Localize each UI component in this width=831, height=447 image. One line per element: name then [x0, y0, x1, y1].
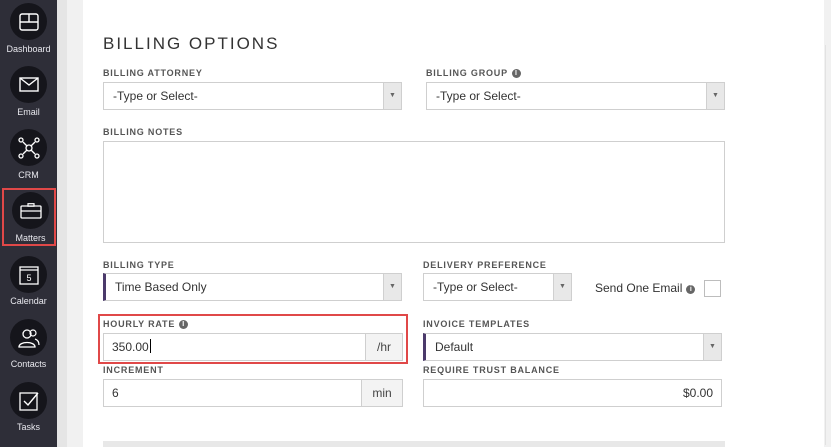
- billing-attorney-select[interactable]: -Type or Select- ▼: [103, 82, 402, 110]
- sidebar-item-label: Matters: [15, 233, 46, 243]
- chevron-down-icon: ▼: [703, 334, 721, 360]
- hourly-rate-suffix: /hr: [366, 333, 403, 361]
- increment-input[interactable]: 6: [103, 379, 362, 407]
- billing-group-label-text: BILLING GROUP: [426, 68, 508, 78]
- sidebar-item-label: Email: [17, 107, 40, 117]
- panel-divider: [825, 45, 826, 445]
- billing-group-select[interactable]: -Type or Select- ▼: [426, 82, 725, 110]
- sidebar-item-label: Calendar: [10, 296, 47, 306]
- checkbox-icon: [10, 382, 47, 419]
- hourly-rate-label-text: HOURLY RATE: [103, 319, 176, 329]
- increment-label: INCREMENT: [103, 365, 164, 375]
- billing-type-select[interactable]: Time Based Only ▼: [103, 273, 402, 301]
- delivery-preference-label: DELIVERY PREFERENCE: [423, 260, 547, 270]
- billing-type-value: Time Based Only: [115, 280, 207, 294]
- delivery-preference-value: -Type or Select-: [433, 280, 518, 294]
- sidebar-item-label: CRM: [18, 170, 39, 180]
- sidebar-item-email[interactable]: Email: [0, 63, 57, 123]
- text-cursor: [149, 339, 151, 353]
- dashboard-icon: [10, 3, 47, 40]
- chevron-down-icon: ▼: [383, 83, 401, 109]
- invoice-templates-value: Default: [435, 340, 474, 354]
- require-trust-balance-input[interactable]: $0.00: [423, 379, 722, 407]
- chevron-down-icon: ▼: [553, 274, 571, 300]
- billing-group-value: -Type or Select-: [436, 89, 521, 103]
- sidebar-item-label: Contacts: [10, 359, 47, 369]
- send-one-email-text: Send One Email: [595, 281, 683, 295]
- hourly-rate-input[interactable]: 350.00: [103, 333, 366, 361]
- network-icon: [10, 129, 47, 166]
- require-trust-balance-label: REQUIRE TRUST BALANCE: [423, 365, 560, 375]
- section-title: BILLING OPTIONS: [103, 34, 280, 53]
- sidebar-item-tasks[interactable]: Tasks: [0, 379, 57, 439]
- billing-attorney-label: BILLING ATTORNEY: [103, 68, 203, 78]
- billing-notes-label: BILLING NOTES: [103, 127, 183, 137]
- sidebar-item-label: Tasks: [16, 422, 40, 432]
- send-one-email-checkbox[interactable]: [704, 280, 721, 297]
- info-icon[interactable]: i: [179, 320, 189, 329]
- sidebar-item-dashboard[interactable]: Dashboard: [0, 0, 57, 60]
- sidebar-item-crm[interactable]: CRM: [0, 126, 57, 186]
- section-footer: [103, 441, 725, 447]
- billing-attorney-value: -Type or Select-: [113, 89, 198, 103]
- billing-type-label: BILLING TYPE: [103, 260, 175, 270]
- svg-text:5: 5: [26, 273, 31, 283]
- calendar-icon: 5: [10, 256, 47, 293]
- chevron-down-icon: ▼: [383, 274, 401, 300]
- hourly-rate-value: 350.00: [112, 340, 149, 354]
- sidebar-item-calendar[interactable]: 5 Calendar: [0, 253, 57, 313]
- sidebar: Dashboard Email CRM Matters 5 Calendar C…: [0, 0, 57, 447]
- billing-notes-textarea[interactable]: [103, 141, 725, 243]
- envelope-icon: [10, 66, 47, 103]
- billing-group-label: BILLING GROUP i: [426, 68, 521, 78]
- sidebar-item-matters[interactable]: Matters: [2, 188, 56, 246]
- invoice-templates-select[interactable]: Default ▼: [423, 333, 722, 361]
- hourly-rate-label: HOURLY RATE i: [103, 319, 189, 329]
- invoice-templates-label: INVOICE TEMPLATES: [423, 319, 530, 329]
- people-icon: [10, 319, 47, 356]
- send-one-email-label: Send One Email i: [595, 281, 696, 295]
- sidebar-divider: [57, 0, 67, 447]
- info-icon[interactable]: i: [511, 69, 521, 78]
- briefcase-icon: [12, 192, 49, 229]
- chevron-down-icon: ▼: [706, 83, 724, 109]
- sidebar-item-label: Dashboard: [6, 44, 51, 54]
- info-icon[interactable]: i: [686, 285, 696, 294]
- sidebar-item-contacts[interactable]: Contacts: [0, 316, 57, 376]
- increment-suffix: min: [362, 379, 403, 407]
- delivery-preference-select[interactable]: -Type or Select- ▼: [423, 273, 572, 301]
